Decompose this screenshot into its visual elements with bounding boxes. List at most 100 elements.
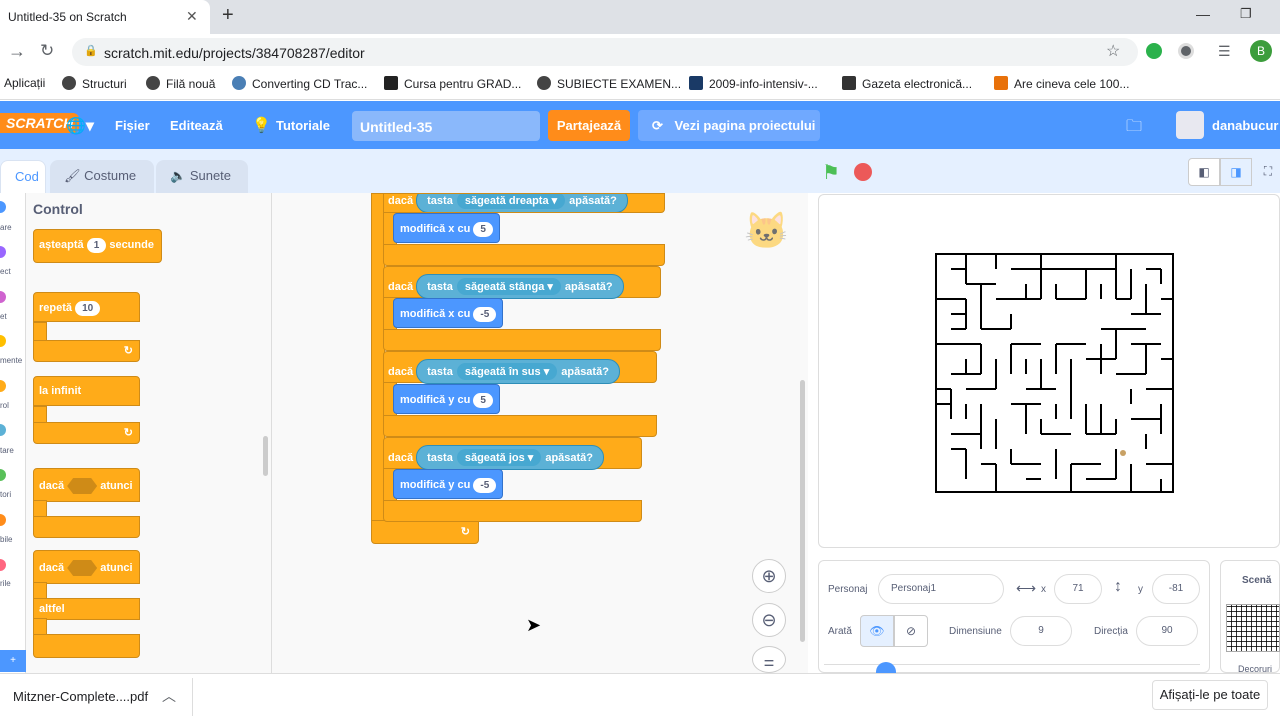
speaker-icon: 🔈 — [170, 168, 190, 183]
category-label[interactable]: are — [0, 223, 12, 232]
bookmark-item[interactable]: Structuri — [62, 76, 127, 91]
condition-slot[interactable] — [67, 560, 98, 576]
share-button[interactable]: Partajează — [548, 110, 630, 141]
extension-icon[interactable] — [1178, 43, 1194, 59]
change-y-block[interactable]: modifică y cu 5 — [393, 384, 500, 414]
close-tab-icon[interactable]: ✕ — [186, 8, 198, 25]
category-label[interactable]: ect — [0, 267, 11, 276]
sprite-thumbnail-cat: 🐱 — [744, 210, 789, 251]
key-dropdown[interactable]: săgeată dreapta ▾ — [456, 194, 566, 209]
chevron-up-icon[interactable]: ︿ — [162, 686, 176, 706]
media-control-icon[interactable]: ☰ — [1218, 43, 1231, 60]
category-label[interactable]: et — [0, 312, 7, 321]
reload-icon[interactable]: ↻ — [40, 41, 54, 61]
show-label: Arată — [828, 626, 852, 637]
menu-edit[interactable]: Editează — [170, 118, 223, 133]
tab-sounds[interactable]: 🔈 Sunete — [156, 160, 248, 193]
size-input[interactable]: 9 — [1010, 616, 1072, 646]
change-y-block[interactable]: modifică y cu -5 — [393, 469, 504, 499]
menu-tutorials[interactable]: Tutoriale — [276, 118, 330, 133]
bookmark-item[interactable]: Converting CD Trac... — [232, 76, 367, 91]
see-project-page-button[interactable]: ⟳ Vezi pagina proiectului — [638, 110, 820, 141]
forward-icon[interactable]: → — [8, 41, 26, 62]
if-key-up-block[interactable]: dacă tastasăgeată în sus ▾apăsată? atunc… — [383, 351, 657, 396]
menu-file[interactable]: Fișier — [115, 118, 150, 133]
extension-grammarly-icon[interactable] — [1146, 43, 1162, 59]
palette-scrollbar[interactable] — [263, 436, 268, 476]
x-input[interactable]: 71 — [1054, 574, 1102, 604]
hide-eye-icon[interactable]: ⊘ — [894, 615, 928, 647]
sprite-on-stage[interactable] — [1120, 450, 1126, 456]
show-eye-icon[interactable]: 👁 — [860, 615, 894, 647]
large-stage-icon[interactable]: ◨ — [1220, 158, 1252, 186]
if-key-left-block[interactable]: dacă tastasăgeată stânga ▾apăsată? atunc… — [383, 266, 661, 311]
lock-icon[interactable]: 🔒 — [84, 44, 98, 57]
key-dropdown[interactable]: săgeată stânga ▾ — [456, 278, 561, 295]
stop-icon[interactable] — [854, 163, 872, 181]
if-then-block[interactable]: dacă atunci — [33, 468, 140, 502]
sprite-name-input[interactable]: Personaj1 — [878, 574, 1004, 604]
new-tab-icon[interactable]: + — [222, 4, 234, 27]
condition-slot[interactable] — [67, 478, 98, 494]
green-flag-icon[interactable]: ⚑ — [822, 160, 840, 185]
key-dropdown[interactable]: săgeată jos ▾ — [456, 449, 542, 466]
if-key-down-block[interactable]: dacă tastasăgeată jos ▾apăsată? atunci — [383, 437, 642, 482]
bookmark-item[interactable]: SUBIECTE EXAMEN... — [537, 76, 681, 91]
mouse-cursor-icon: ➤ — [526, 615, 542, 635]
category-label[interactable]: tori — [0, 490, 11, 499]
user-avatar[interactable] — [1176, 111, 1204, 139]
key-dropdown[interactable]: săgeată în sus ▾ — [456, 363, 558, 380]
username[interactable]: danabucur — [1212, 118, 1278, 133]
small-stage-icon[interactable]: ◧ — [1188, 158, 1220, 186]
forever-block[interactable]: la infinit — [33, 376, 140, 406]
bookmark-item[interactable]: Cursa pentru GRAD... — [384, 76, 521, 91]
download-item[interactable]: Mitzner-Complete....pdf — [13, 689, 148, 704]
bookmark-item[interactable]: Gazeta electronică... — [842, 76, 972, 91]
key-pressed-sensing[interactable]: tasta săgeată în sus ▾ apăsată? — [416, 359, 620, 384]
tab-title: Untitled-35 on Scratch — [8, 10, 127, 24]
minimize-icon[interactable]: — — [1196, 6, 1210, 22]
bookmark-item[interactable]: Are cineva cele 100... — [994, 76, 1129, 91]
backdrop-thumbnail[interactable] — [1226, 604, 1280, 652]
bookmark-item[interactable]: Filă nouă — [146, 76, 215, 91]
category-label[interactable]: bile — [0, 535, 12, 544]
if-else-block[interactable]: dacă atunci — [33, 550, 140, 584]
zoom-in-icon[interactable]: ⊕ — [752, 559, 786, 593]
fullscreen-icon[interactable]: ⛶ — [1256, 158, 1280, 186]
bookmark-apps[interactable]: Aplicații — [4, 76, 45, 90]
category-label[interactable]: rol — [0, 401, 9, 410]
category-label[interactable]: mente — [0, 356, 22, 365]
language-globe-icon[interactable]: 🌐▾ — [66, 116, 94, 136]
key-pressed-sensing[interactable]: tasta săgeată dreapta ▾ apăsată? — [416, 194, 628, 212]
restore-icon[interactable]: ❐ — [1240, 6, 1252, 22]
tab-costumes[interactable]: 🖌 Costume — [50, 160, 154, 193]
change-x-block[interactable]: modifică x cu -5 — [393, 298, 504, 328]
project-title-input[interactable]: Untitled-35 — [352, 111, 540, 141]
profile-avatar[interactable]: B — [1250, 40, 1272, 62]
direction-input[interactable]: 90 — [1136, 616, 1198, 646]
site-icon — [994, 76, 1008, 90]
change-x-block[interactable]: modifică x cu 5 — [393, 213, 500, 243]
repeat-block[interactable]: repetă 10 — [33, 292, 140, 322]
tab-code[interactable]: Cod — [0, 160, 46, 193]
if-block-bottom — [383, 244, 665, 266]
show-all-downloads-button[interactable]: Afișați-le pe toate — [1152, 680, 1268, 710]
my-stuff-folder-icon[interactable]: 🗀 — [1126, 115, 1142, 142]
zoom-out-icon[interactable]: ⊖ — [752, 603, 786, 637]
category-label[interactable]: rile — [0, 579, 11, 588]
horizontal-arrows-icon: ⟷ — [1016, 580, 1037, 596]
if-key-right-block[interactable]: dacă tastasăgeată dreapta ▾apăsată? atun… — [383, 193, 665, 213]
category-label[interactable]: tare — [0, 446, 14, 455]
url-text[interactable]: scratch.mit.edu/projects/384708287/edito… — [104, 45, 365, 61]
lightbulb-icon[interactable]: 💡 — [252, 116, 271, 134]
workspace-scrollbar[interactable] — [800, 380, 805, 642]
key-pressed-sensing[interactable]: tasta săgeată jos ▾ apăsată? — [416, 445, 605, 470]
wait-block[interactable]: așteaptă 1 secunde — [33, 229, 162, 263]
y-input[interactable]: -81 — [1152, 574, 1200, 604]
bookmark-star-icon[interactable]: ☆ — [1106, 41, 1120, 61]
zoom-reset-icon[interactable]: = — [752, 646, 786, 673]
stage[interactable] — [818, 194, 1280, 548]
extension-add-button[interactable]: + — [0, 650, 26, 672]
bookmark-item[interactable]: 2009-info-intensiv-... — [689, 76, 818, 91]
key-pressed-sensing[interactable]: tasta săgeată stânga ▾ apăsată? — [416, 274, 624, 299]
